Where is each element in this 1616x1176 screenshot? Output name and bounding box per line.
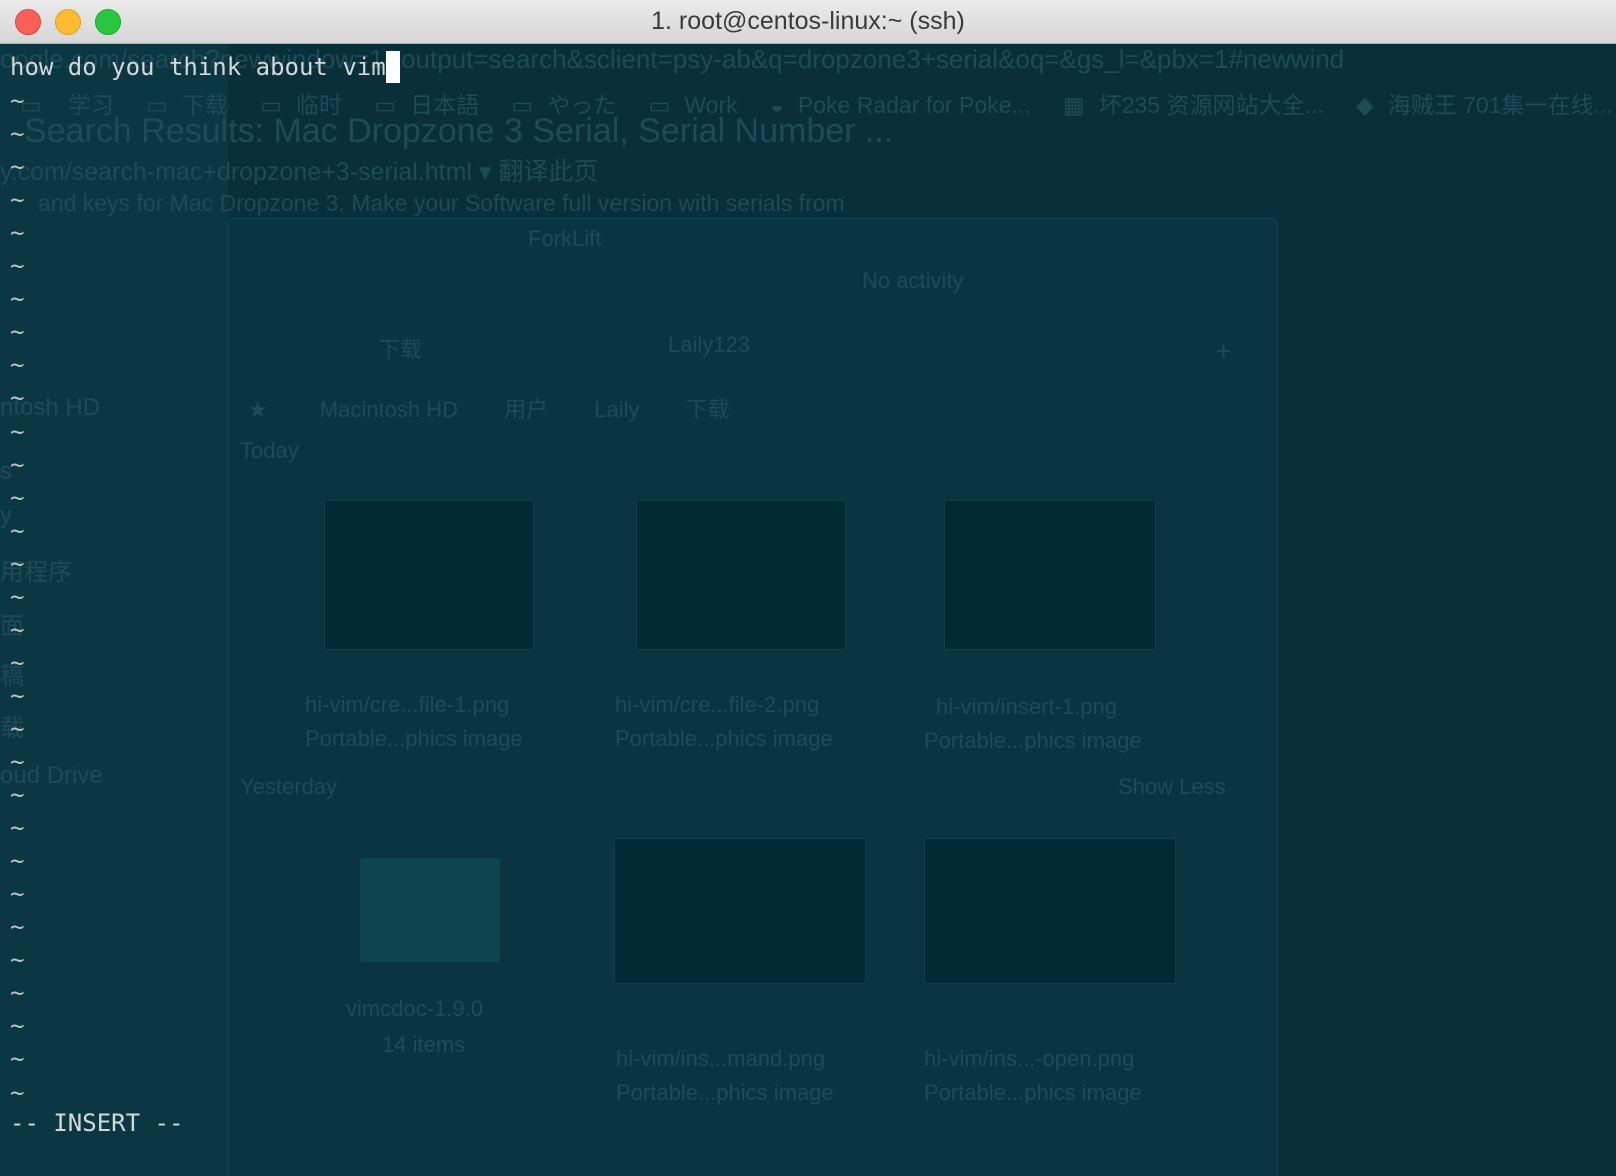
empty-line-tilde: ~ (10, 549, 25, 578)
empty-line-tilde: ~ (10, 648, 25, 677)
empty-line-tilde: ~ (10, 748, 25, 776)
buffer-line-1[interactable]: how do you think about vim (10, 50, 400, 84)
empty-line-tilde: ~ (10, 384, 25, 413)
window-controls (15, 9, 121, 35)
empty-line-tilde: ~ (10, 153, 25, 182)
empty-line-tilde: ~ (10, 186, 25, 215)
minimize-button[interactable] (55, 9, 81, 35)
empty-line-tilde: ~ (10, 417, 25, 446)
empty-line-tilde: ~ (10, 781, 25, 810)
empty-line-tilde: ~ (10, 681, 25, 710)
empty-line-tilde: ~ (10, 1045, 25, 1074)
mode-indicator: -- INSERT -- (10, 1109, 184, 1137)
terminal-window: oogle.com/search?newwindow=1&output=sear… (0, 0, 1616, 1176)
close-button[interactable] (15, 9, 41, 35)
empty-line-tilde: ~ (10, 582, 25, 611)
empty-line-tilde: ~ (10, 814, 25, 843)
empty-line-tilde: ~ (10, 351, 25, 380)
empty-line-tilde: ~ (10, 847, 25, 876)
empty-line-tilde: ~ (10, 483, 25, 512)
empty-line-tilde: ~ (10, 946, 25, 975)
empty-line-tilde: ~ (10, 450, 25, 479)
empty-line-tilde: ~ (10, 714, 25, 743)
empty-line-tilde: ~ (10, 285, 25, 314)
title-bar[interactable]: 1. root@centos-linux:~ (ssh) (0, 0, 1616, 44)
empty-line-tilde: ~ (10, 979, 25, 1008)
maximize-button[interactable] (95, 9, 121, 35)
empty-line-tilde: ~ (10, 120, 25, 149)
empty-line-tilde: ~ (10, 318, 25, 347)
empty-line-tilde: ~ (10, 1012, 25, 1041)
window-title: 1. root@centos-linux:~ (ssh) (651, 7, 965, 35)
empty-line-tilde: ~ (10, 880, 25, 909)
terminal-content[interactable]: how do you think about vim ~ ~ ~ ~ ~ ~ ~ ~ ~ ~ ~ ~ ~… (0, 44, 1616, 1176)
empty-line-tilde: ~ (10, 1078, 25, 1107)
empty-line-tilde: ~ (10, 913, 25, 942)
buffer-text: how do you think about vim (10, 53, 386, 81)
empty-line-tilde: ~ (10, 615, 25, 644)
empty-line-tilde: ~ (10, 516, 25, 545)
empty-line-tilde: ~ (10, 219, 25, 248)
empty-line-tilde: ~ (10, 252, 25, 281)
text-cursor (385, 51, 400, 83)
empty-line-tilde: ~ (10, 87, 25, 115)
